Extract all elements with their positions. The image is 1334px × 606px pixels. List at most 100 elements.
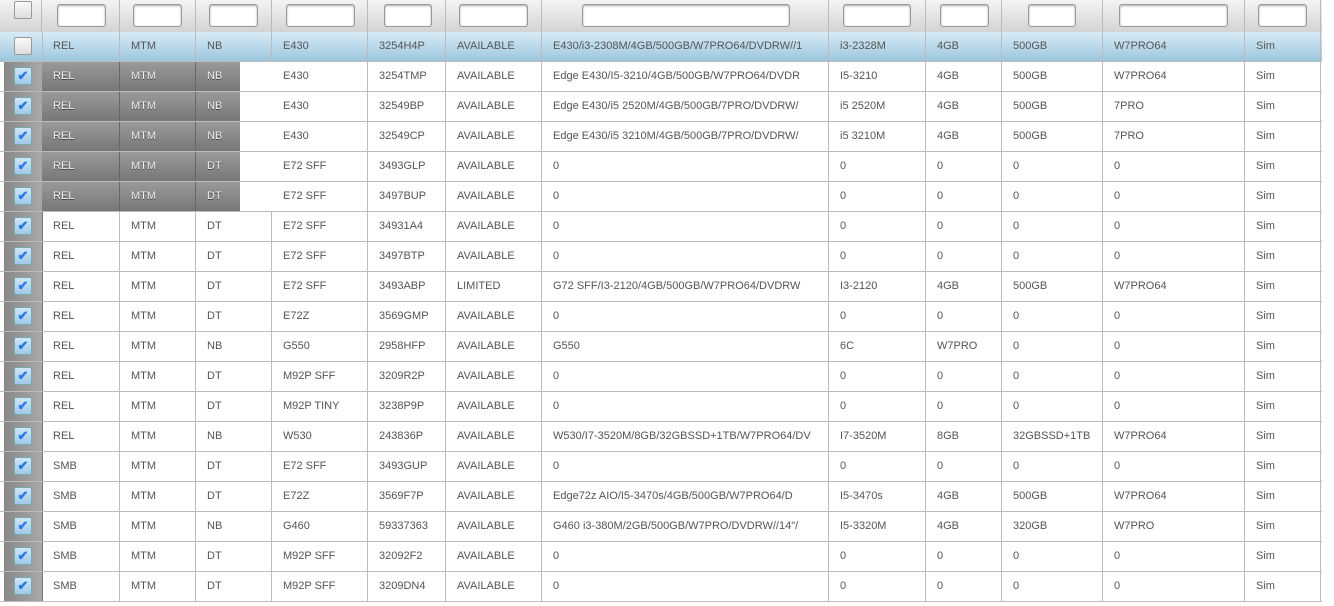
table-cell: G550 <box>542 332 829 361</box>
table-cell: 32092F2 <box>368 542 446 571</box>
column-filter-input[interactable] <box>209 4 258 27</box>
table-cell: 0 <box>1002 572 1103 601</box>
table-cell: W7PRO64 <box>1103 422 1245 451</box>
row-checkbox[interactable] <box>14 37 32 55</box>
table-cell: AVAILABLE <box>446 122 542 151</box>
column-filter-input[interactable] <box>582 4 790 27</box>
row-checkbox[interactable]: ✔ <box>14 457 32 475</box>
row-checkbox[interactable]: ✔ <box>14 577 32 595</box>
column-filter-input[interactable] <box>133 4 182 27</box>
table-cell: Sim <box>1245 62 1321 91</box>
table-row[interactable]: ✔ REL MTM DT E72 SFF 3497BUP AVAILABLE 0 0 0 0 0 Sim <box>0 182 1322 212</box>
table-cell: NB <box>196 512 272 541</box>
table-cell: 0 <box>1002 362 1103 391</box>
row-checkbox[interactable]: ✔ <box>14 157 32 175</box>
table-cell: 8GB <box>926 422 1002 451</box>
table-row[interactable]: ✔ REL MTM DT E72Z 3569GMP AVAILABLE 0 0 0 0 0 Sim <box>0 302 1322 332</box>
column-filter-input[interactable] <box>286 4 355 27</box>
table-cell: 0 <box>1002 452 1103 481</box>
table-cell: Sim <box>1245 302 1321 331</box>
column-filter-input[interactable] <box>1258 4 1307 27</box>
column-filter-input[interactable] <box>1028 4 1076 27</box>
table-cell: Edge E430/i5 2520M/4GB/500GB/7PRO/DVDRW/ <box>542 92 829 121</box>
row-checkbox[interactable]: ✔ <box>14 307 32 325</box>
row-checkbox[interactable]: ✔ <box>14 277 32 295</box>
table-cell: Sim <box>1245 212 1321 241</box>
table-cell: 0 <box>926 242 1002 271</box>
table-cell: REL <box>42 302 120 331</box>
table-cell: MTM <box>120 272 196 301</box>
column-filter-input[interactable] <box>1119 4 1228 27</box>
table-row[interactable]: ✔ REL MTM NB E430 32549BP AVAILABLE Edge E430/i… <box>0 92 1322 122</box>
table-cell: 0 <box>1103 212 1245 241</box>
row-checkbox[interactable]: ✔ <box>14 487 32 505</box>
table-row[interactable]: ✔ SMB MTM DT M92P SFF 3209DN4 AVAILABLE 0 0 0 0 0 Si… <box>0 572 1322 602</box>
row-checkbox[interactable]: ✔ <box>14 547 32 565</box>
row-select-cell: ✔ <box>4 422 43 451</box>
table-cell: 0 <box>542 242 829 271</box>
header-cell <box>446 0 542 32</box>
table-cell: 0 <box>1103 332 1245 361</box>
table-cell: 4GB <box>926 92 1002 121</box>
table-row[interactable]: ✔ REL MTM DT E72 SFF 3493ABP LIMITED G72 SFF/I3… <box>0 272 1322 302</box>
table-cell: Sim <box>1245 242 1321 271</box>
column-filter-input[interactable] <box>459 4 528 27</box>
row-checkbox[interactable]: ✔ <box>14 247 32 265</box>
table-row[interactable]: ✔ REL MTM NB E430 32549CP AVAILABLE Edge E430/i… <box>0 122 1322 152</box>
row-checkbox[interactable]: ✔ <box>14 217 32 235</box>
row-checkbox[interactable]: ✔ <box>14 367 32 385</box>
table-cell: DT <box>196 452 272 481</box>
table-cell: I5-3470s <box>829 482 926 511</box>
table-row[interactable]: ✔ SMB MTM DT M92P SFF 32092F2 AVAILABLE 0 0 0 0 0 Si… <box>0 542 1322 572</box>
row-checkbox[interactable]: ✔ <box>14 97 32 115</box>
row-checkbox[interactable]: ✔ <box>14 517 32 535</box>
row-checkbox[interactable]: ✔ <box>14 427 32 445</box>
table-cell: DT <box>196 152 240 181</box>
table-row[interactable]: ✔ REL MTM DT M92P TINY 3238P9P AVAILABLE 0 0 0 0 0 S… <box>0 392 1322 422</box>
table-cell: AVAILABLE <box>446 302 542 331</box>
table-row[interactable]: ✔ REL MTM DT E72 SFF 3493GLP AVAILABLE 0 0 0 0 0 Sim <box>0 152 1322 182</box>
select-all-checkbox[interactable] <box>14 1 32 19</box>
table-cell: 34931A4 <box>368 212 446 241</box>
table-cell: 4GB <box>926 62 1002 91</box>
table-cell: E430 <box>272 62 368 91</box>
table-row[interactable]: REL MTM NB E430 3254H4P AVAILABLE E430/i3-2308… <box>0 32 1322 62</box>
row-checkbox[interactable]: ✔ <box>14 127 32 145</box>
table-cell: 4GB <box>926 32 1002 61</box>
table-cell: 0 <box>1002 332 1103 361</box>
table-row[interactable]: ✔ SMB MTM DT E72Z 3569F7P AVAILABLE Edge72z AIO… <box>0 482 1322 512</box>
table-cell: 0 <box>1103 362 1245 391</box>
row-select-cell <box>4 32 43 61</box>
table-cell: G460 i3-380M/2GB/500GB/W7PRO/DVDRW//14"/ <box>542 512 829 541</box>
row-select-cell: ✔ <box>4 302 43 331</box>
column-filter-input[interactable] <box>843 4 911 27</box>
table-row[interactable]: ✔ REL MTM NB E430 3254TMP AVAILABLE Edge E430/I… <box>0 62 1322 92</box>
row-checkbox[interactable]: ✔ <box>14 187 32 205</box>
table-row[interactable]: ✔ SMB MTM DT E72 SFF 3493GUP AVAILABLE 0 0 0 0 0 Sim <box>0 452 1322 482</box>
row-checkbox[interactable]: ✔ <box>14 67 32 85</box>
column-filter-input[interactable] <box>384 4 432 27</box>
table-cell: AVAILABLE <box>446 32 542 61</box>
table-row[interactable]: ✔ REL MTM DT M92P SFF 3209R2P AVAILABLE 0 0 0 0 0 Si… <box>0 362 1322 392</box>
table-cell: 243836P <box>368 422 446 451</box>
table-row[interactable]: ✔ SMB MTM NB G460 59337363 AVAILABLE G460 i3-38… <box>0 512 1322 542</box>
table-row[interactable]: ✔ REL MTM NB W530 243836P AVAILABLE W530/I7-352… <box>0 422 1322 452</box>
table-row[interactable]: ✔ REL MTM NB G550 2958HFP AVAILABLE G550 6C W7PRO… <box>0 332 1322 362</box>
table-cell: AVAILABLE <box>446 242 542 271</box>
table-cell: NB <box>196 122 240 151</box>
header-cell <box>272 0 368 32</box>
table-cell: 7PRO <box>1103 92 1245 121</box>
table-row[interactable]: ✔ REL MTM DT E72 SFF 3497BTP AVAILABLE 0 0 0 0 0 Sim <box>0 242 1322 272</box>
table-cell: NB <box>196 332 272 361</box>
row-checkbox[interactable]: ✔ <box>14 337 32 355</box>
table-cell: 0 <box>542 452 829 481</box>
table-row[interactable]: ✔ REL MTM DT E72 SFF 34931A4 AVAILABLE 0 0 0 0 0 Sim <box>0 212 1322 242</box>
table-cell: MTM <box>120 332 196 361</box>
table-cell: DT <box>196 482 272 511</box>
row-checkbox[interactable]: ✔ <box>14 397 32 415</box>
table-cell: REL <box>42 152 120 181</box>
column-filter-input[interactable] <box>57 4 106 27</box>
check-icon: ✔ <box>17 428 29 443</box>
table-cell: DT <box>196 242 272 271</box>
column-filter-input[interactable] <box>940 4 989 27</box>
